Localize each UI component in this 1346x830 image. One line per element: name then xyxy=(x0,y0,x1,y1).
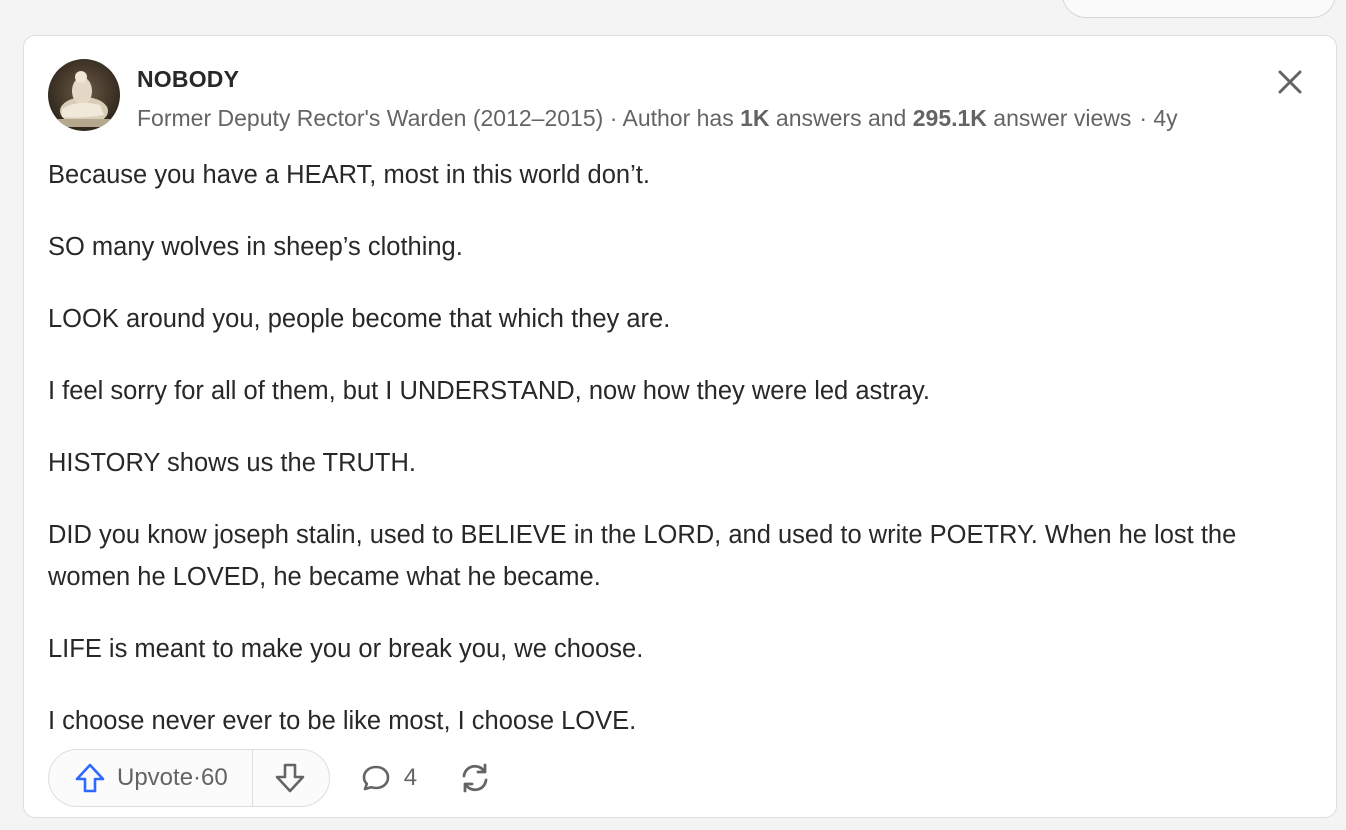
downvote-arrow-icon xyxy=(275,763,305,793)
avatar-image xyxy=(48,59,120,131)
reshare-icon xyxy=(462,763,488,793)
answer-paragraph: I choose never ever to be like most, I c… xyxy=(48,707,637,735)
author-credential: Former Deputy Rector's Warden (2012–2015… xyxy=(137,105,1317,132)
upvote-label: Upvote xyxy=(117,764,194,791)
answer-paragraph: LOOK around you, people become that whic… xyxy=(48,305,671,333)
downvote-button[interactable] xyxy=(253,750,329,806)
close-button[interactable] xyxy=(1272,64,1308,100)
author-name[interactable]: NOBODY xyxy=(137,66,239,93)
author-avatar[interactable] xyxy=(48,59,120,131)
vote-group: Upvote · 60 xyxy=(48,749,330,807)
answers-count: 1K xyxy=(740,105,770,131)
share-button[interactable] xyxy=(457,760,493,796)
answer-card: NOBODY Former Deputy Rector's Warden (20… xyxy=(23,35,1337,818)
answer-paragraph: SO many wolves in sheep’s clothing. xyxy=(48,233,463,261)
answer-paragraph: HISTORY shows us the TRUTH. xyxy=(48,449,416,477)
upvote-button[interactable]: Upvote · 60 xyxy=(49,750,252,806)
answer-paragraph: LIFE is meant to make you or break you, … xyxy=(48,635,644,663)
answer-paragraph: Because you have a HEART, most in this w… xyxy=(48,161,650,189)
upvote-arrow-icon xyxy=(75,763,105,793)
credential-role: Former Deputy Rector's Warden (2012–2015… xyxy=(137,105,604,131)
comment-bubble-icon xyxy=(362,765,390,791)
answer-paragraph: I feel sorry for all of them, but I UNDE… xyxy=(48,377,930,405)
answer-paragraph: DID you know joseph stalin, used to BELI… xyxy=(48,521,1237,591)
close-icon xyxy=(1278,70,1302,94)
comment-button[interactable]: 4 xyxy=(360,762,417,794)
credential-text[interactable]: Former Deputy Rector's Warden (2012–2015… xyxy=(137,105,1131,132)
answer-actions: Upvote · 60 4 xyxy=(48,748,493,808)
views-count: 295.1K xyxy=(912,105,987,131)
answer-body: Because you have a HEART, most in this w… xyxy=(48,154,1318,772)
previous-control-partial[interactable] xyxy=(1062,0,1336,18)
upvote-count: 60 xyxy=(201,764,228,791)
answer-timestamp[interactable]: · 4y xyxy=(1139,105,1177,132)
comment-count: 4 xyxy=(403,764,418,791)
